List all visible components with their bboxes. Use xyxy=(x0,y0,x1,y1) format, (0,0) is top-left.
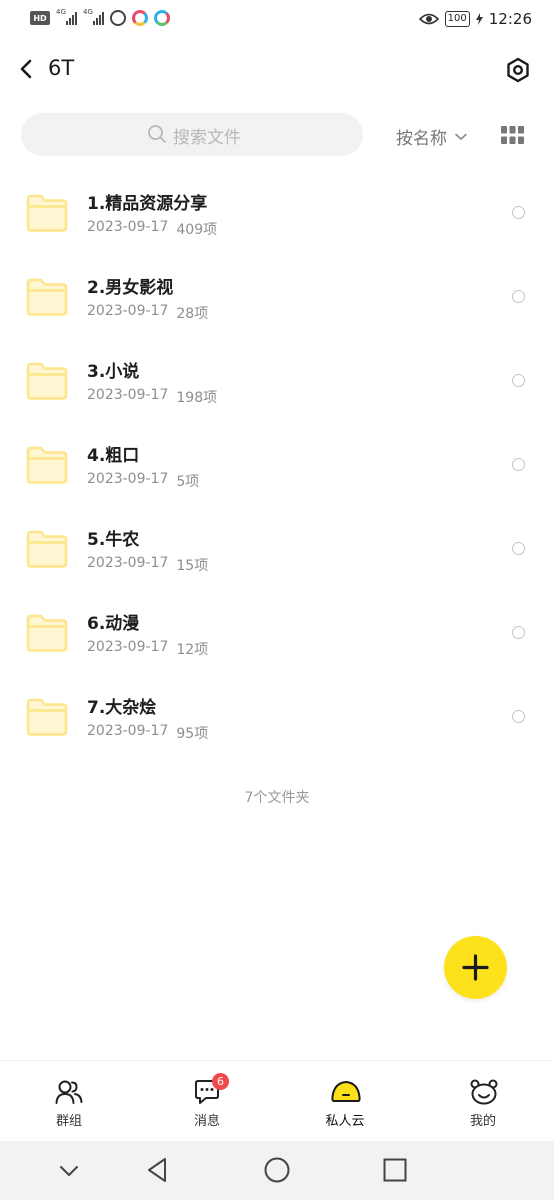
folder-name: 6.动漫 xyxy=(87,614,140,634)
folder-item-count: 409项 xyxy=(176,222,218,238)
nav-item-me[interactable]: 我的 xyxy=(414,1061,552,1141)
charging-icon xyxy=(475,13,483,25)
select-radio[interactable] xyxy=(512,374,525,387)
search-input[interactable]: 搜索文件 xyxy=(21,113,363,156)
status-bar: HD 4G 4G 100 12:26 xyxy=(0,0,554,42)
folder-name: 1.精品资源分享 xyxy=(87,194,208,214)
folder-date: 2023-09-17 xyxy=(87,303,169,319)
folder-item-count: 95项 xyxy=(176,726,209,742)
list-item[interactable]: 3.小说 2023-09-17 198项 xyxy=(0,341,554,425)
nav-item-private-cloud[interactable]: 私人云 xyxy=(276,1061,414,1141)
home-circle-icon[interactable] xyxy=(262,1155,292,1185)
group-icon xyxy=(55,1080,83,1104)
nav-item-messages[interactable]: 6 消息 xyxy=(138,1061,276,1141)
grid-view-icon[interactable] xyxy=(501,126,524,144)
folder-date: 2023-09-17 xyxy=(87,723,169,739)
folder-item-count: 15项 xyxy=(176,558,209,574)
signal-icon: 4G xyxy=(56,8,77,25)
folder-name: 4.粗口 xyxy=(87,446,140,466)
bottom-nav: 群组 6 消息 私人云 我的 xyxy=(0,1060,554,1141)
sort-dropdown[interactable]: 按名称 xyxy=(396,124,467,149)
clock: 12:26 xyxy=(488,10,532,28)
nav-label: 我的 xyxy=(469,1114,496,1129)
list-item[interactable]: 5.牛农 2023-09-17 15项 xyxy=(0,509,554,593)
plus-icon xyxy=(462,954,489,981)
battery-icon: 100 xyxy=(444,11,470,27)
network-type-label: 4G xyxy=(56,8,66,16)
folder-icon xyxy=(26,530,68,568)
folder-name: 3.小说 xyxy=(87,362,140,382)
chevron-down-icon[interactable] xyxy=(54,1155,84,1185)
folder-name: 5.牛农 xyxy=(87,530,140,550)
select-radio[interactable] xyxy=(512,626,525,639)
nav-label: 私人云 xyxy=(325,1114,365,1129)
search-icon xyxy=(148,125,166,143)
hexagon-settings-icon[interactable] xyxy=(504,56,532,84)
system-nav-bar xyxy=(0,1141,554,1200)
nav-label: 群组 xyxy=(55,1114,82,1129)
sort-label: 按名称 xyxy=(396,129,447,149)
chevron-left-icon[interactable] xyxy=(14,56,40,82)
cloud-face-icon xyxy=(331,1081,361,1102)
folder-item-count: 198项 xyxy=(176,390,218,406)
folder-icon xyxy=(26,278,68,316)
folder-name: 2.男女影视 xyxy=(87,278,174,298)
bear-face-icon xyxy=(470,1079,498,1105)
folder-name: 7.大杂烩 xyxy=(87,698,157,718)
list-item[interactable]: 4.粗口 2023-09-17 5项 xyxy=(0,425,554,509)
add-button[interactable] xyxy=(444,936,507,999)
nav-label: 消息 xyxy=(193,1114,220,1129)
folder-icon xyxy=(26,362,68,400)
select-radio[interactable] xyxy=(512,542,525,555)
folder-date: 2023-09-17 xyxy=(87,471,169,487)
signal-icon: 4G xyxy=(83,8,104,25)
app-notification-icon xyxy=(110,10,126,26)
folder-icon xyxy=(26,194,68,232)
eye-icon xyxy=(418,13,439,25)
list-item[interactable]: 2.男女影视 2023-09-17 28项 xyxy=(0,257,554,341)
list-item[interactable]: 1.精品资源分享 2023-09-17 409项 xyxy=(0,173,554,257)
folder-list: 1.精品资源分享 2023-09-17 409项 2.男女影视 2023-09-1… xyxy=(0,173,554,761)
list-item[interactable]: 7.大杂烩 2023-09-17 95项 xyxy=(0,677,554,761)
list-item[interactable]: 6.动漫 2023-09-17 12项 xyxy=(0,593,554,677)
folder-count-label: 7个文件夹 xyxy=(244,790,310,806)
network-type-label: 4G xyxy=(83,8,93,16)
folder-icon xyxy=(26,698,68,736)
hd-voice-icon: HD xyxy=(30,11,50,25)
page-title: 6T xyxy=(48,56,75,80)
select-radio[interactable] xyxy=(512,710,525,723)
top-bar: 6T xyxy=(0,46,554,94)
folder-item-count: 12项 xyxy=(176,642,209,658)
select-radio[interactable] xyxy=(512,206,525,219)
chevron-down-icon xyxy=(455,133,467,140)
app-notification-icon xyxy=(154,10,170,26)
unread-badge: 6 xyxy=(212,1073,229,1090)
app-notification-icon xyxy=(132,10,148,26)
folder-icon xyxy=(26,446,68,484)
recents-square-icon[interactable] xyxy=(380,1155,410,1185)
select-radio[interactable] xyxy=(512,458,525,471)
folder-item-count: 5项 xyxy=(176,474,200,490)
search-placeholder: 搜索文件 xyxy=(173,128,241,148)
folder-item-count: 28项 xyxy=(176,306,209,322)
folder-date: 2023-09-17 xyxy=(87,219,169,235)
folder-date: 2023-09-17 xyxy=(87,387,169,403)
select-radio[interactable] xyxy=(512,290,525,303)
back-triangle-icon[interactable] xyxy=(143,1155,173,1185)
folder-date: 2023-09-17 xyxy=(87,639,169,655)
nav-item-groups[interactable]: 群组 xyxy=(0,1061,138,1141)
folder-icon xyxy=(26,614,68,652)
folder-date: 2023-09-17 xyxy=(87,555,169,571)
